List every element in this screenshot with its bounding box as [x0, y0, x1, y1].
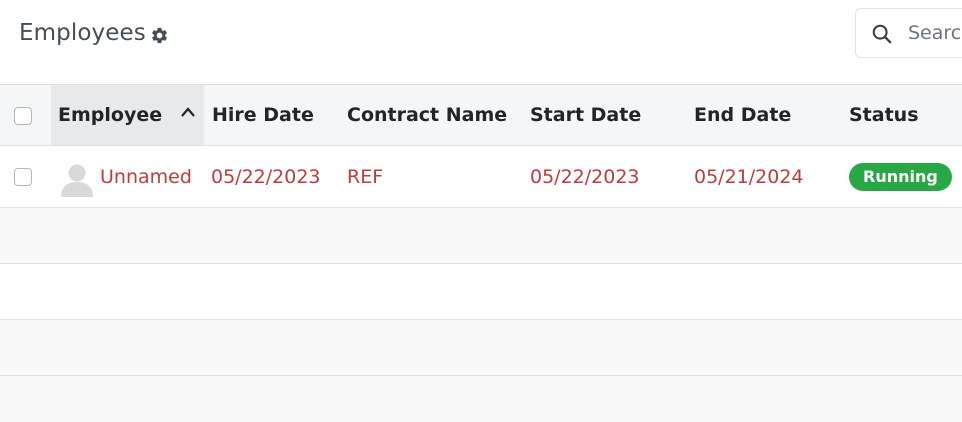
column-header-hire-date[interactable]: Hire Date: [204, 84, 339, 146]
column-header-label: Start Date: [530, 104, 642, 126]
end-date-cell: 05/21/2024: [685, 146, 840, 208]
contract-name-value[interactable]: REF: [339, 166, 383, 188]
column-header-contract-name[interactable]: Contract Name: [339, 84, 521, 146]
contract-name-cell: REF: [339, 146, 521, 208]
empty-row: [0, 319, 962, 376]
select-all-checkbox[interactable]: [14, 106, 32, 125]
search-input[interactable]: [908, 19, 962, 47]
column-header-label: End Date: [694, 104, 792, 126]
column-header-start-date[interactable]: Start Date: [521, 84, 685, 146]
hire-date-cell: 05/22/2023: [204, 146, 339, 208]
row-select-cell: [0, 146, 51, 208]
status-cell: Running: [840, 146, 962, 208]
column-header-end-date[interactable]: End Date: [685, 84, 840, 146]
employee-name-link[interactable]: Unnamed: [100, 166, 192, 188]
column-header-employee[interactable]: Employee: [51, 84, 204, 146]
table-row[interactable]: Unnamed 05/22/2023 REF 05/22/2023 05/21/…: [0, 145, 962, 208]
column-header-status[interactable]: Status: [840, 84, 962, 146]
table-footer-area: [0, 376, 962, 422]
gear-icon[interactable]: [150, 26, 169, 45]
table-header-row: Employee Hire Date Contract Name Start D…: [0, 84, 962, 146]
search-box[interactable]: [855, 8, 962, 58]
avatar: [61, 164, 93, 197]
column-header-label: Hire Date: [212, 104, 314, 126]
empty-row: [0, 263, 962, 320]
select-all-cell: [0, 84, 51, 146]
column-header-label: Contract Name: [347, 104, 508, 126]
start-date-value[interactable]: 05/22/2023: [521, 166, 640, 188]
status-badge: Running: [849, 162, 952, 191]
empty-row: [0, 207, 962, 264]
column-header-label: Status: [849, 104, 919, 126]
page-title: Employees: [19, 20, 146, 46]
search-icon: [872, 24, 892, 44]
start-date-cell: 05/22/2023: [521, 146, 685, 208]
top-bar: Employees: [0, 0, 962, 84]
hire-date-value[interactable]: 05/22/2023: [204, 166, 321, 188]
chevron-up-icon: [181, 107, 195, 117]
column-header-label: Employee: [58, 104, 163, 126]
row-checkbox[interactable]: [14, 168, 32, 186]
employee-cell: Unnamed: [51, 146, 204, 208]
end-date-value[interactable]: 05/21/2024: [685, 166, 804, 188]
employees-table: Employee Hire Date Contract Name Start D…: [0, 84, 962, 376]
